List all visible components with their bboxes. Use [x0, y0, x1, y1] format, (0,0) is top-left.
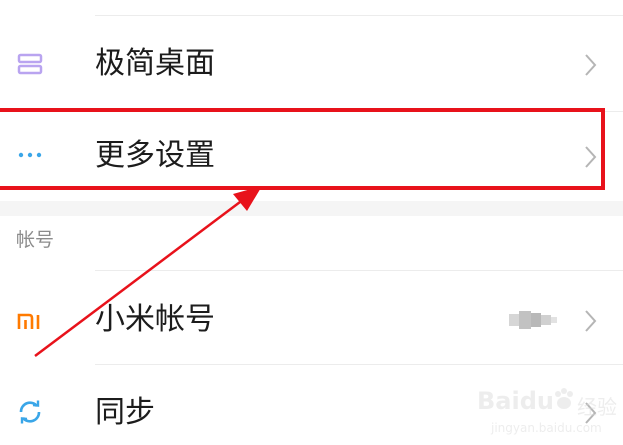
watermark-url: jingyan.baidu.com [491, 421, 602, 435]
baidu-jingyan-watermark: Baidu 经验 jingyan.baidu.com [477, 385, 617, 440]
sync-label: 同步 [95, 395, 155, 430]
mi-logo-icon [16, 307, 44, 335]
section-header-account: 帐号 [16, 229, 55, 251]
chevron-right-icon [585, 310, 597, 332]
account-value-blurred [509, 311, 557, 329]
chevron-right-icon [585, 54, 597, 76]
highlight-box-annotation [0, 108, 605, 190]
watermark-brand: Baidu [477, 387, 554, 415]
paw-icon [555, 388, 573, 409]
section-gap [0, 201, 623, 216]
mi-account-label: 小米帐号 [95, 302, 215, 337]
settings-screen: 极简桌面 更多设置 帐号 小米帐号 同步 Baidu 经验 jingyan.ba… [0, 0, 623, 445]
watermark-chinese: 经验 [577, 395, 617, 419]
minimal-desktop-icon [16, 50, 44, 78]
sync-icon [16, 398, 44, 426]
settings-row-minimal-desktop[interactable]: 极简桌面 [0, 16, 623, 111]
minimal-desktop-label: 极简桌面 [95, 46, 215, 81]
